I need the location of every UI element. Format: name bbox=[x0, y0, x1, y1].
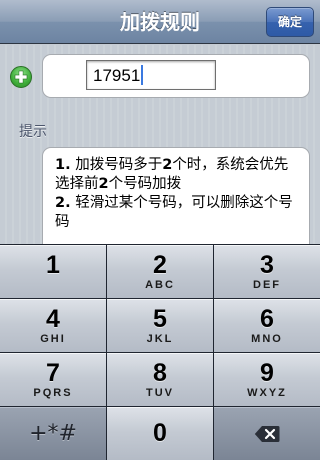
key-9[interactable]: 9 WXYZ bbox=[214, 353, 320, 406]
key-8[interactable]: 8 TUV bbox=[107, 353, 213, 406]
key-6[interactable]: 6 MNO bbox=[214, 299, 320, 352]
key-1[interactable]: 1 bbox=[0, 245, 106, 298]
key-2[interactable]: 2 ABC bbox=[107, 245, 213, 298]
navigation-bar: 加拨规则 确定 bbox=[0, 0, 320, 44]
numeric-keypad: 1 2 ABC 3 DEF 4 GHI 5 JKL 6 MNO 7 PQRS 8… bbox=[0, 244, 320, 460]
confirm-button[interactable]: 确定 bbox=[266, 7, 314, 37]
hint-box: 1. 加拨号码多于2个时，系统会优先选择前2个号码加拨 2. 轻滑过某个号码，可… bbox=[42, 147, 310, 257]
symbols-key[interactable]: +*# bbox=[0, 407, 106, 460]
key-3[interactable]: 3 DEF bbox=[214, 245, 320, 298]
key-7[interactable]: 7 PQRS bbox=[0, 353, 106, 406]
backspace-icon bbox=[254, 425, 280, 447]
key-4[interactable]: 4 GHI bbox=[0, 299, 106, 352]
delete-key[interactable] bbox=[214, 407, 320, 460]
prefix-number-input[interactable]: 17951 bbox=[86, 60, 216, 90]
key-5[interactable]: 5 JKL bbox=[107, 299, 213, 352]
hint-label: 提示 bbox=[19, 124, 47, 140]
hint-line-1: 1. 加拨号码多于2个时，系统会优先选择前2个号码加拨 bbox=[55, 157, 289, 192]
text-caret bbox=[141, 65, 144, 85]
plus-circle-icon[interactable] bbox=[10, 66, 32, 88]
key-0[interactable]: 0 bbox=[107, 407, 213, 460]
hint-line-2: 2. 轻滑过某个号码，可以删除这个号码 bbox=[55, 195, 293, 230]
prefix-number-value: 17951 bbox=[93, 66, 141, 85]
